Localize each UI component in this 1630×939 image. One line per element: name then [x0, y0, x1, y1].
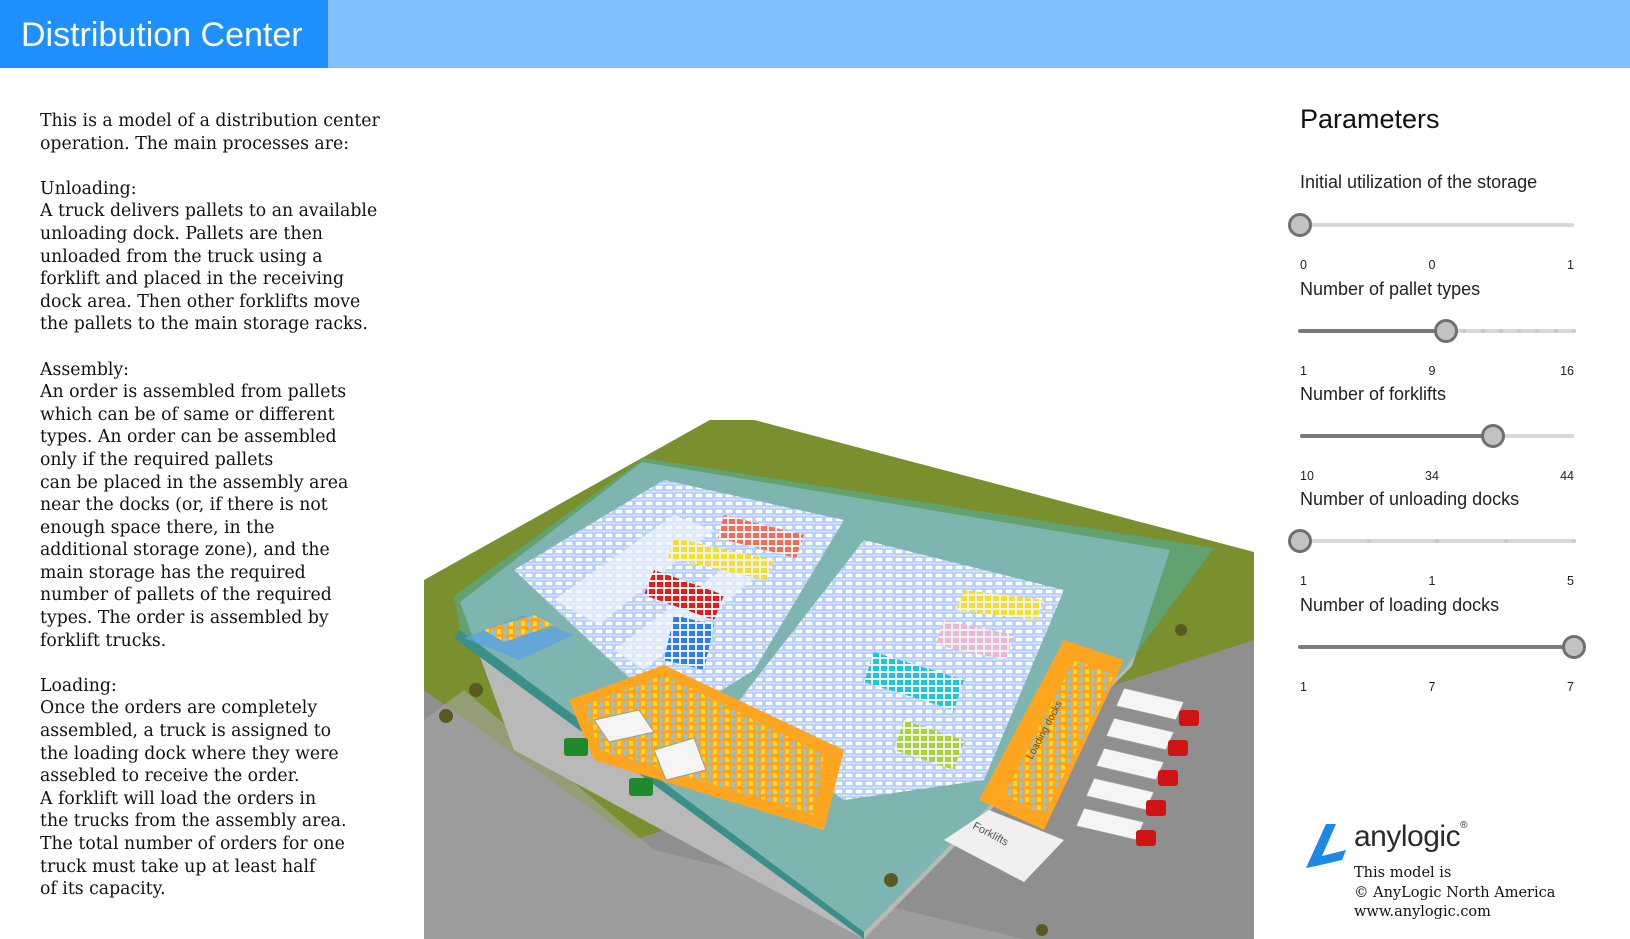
slider-min-label: 1 [1300, 680, 1307, 694]
slider-min-label: 1 [1300, 574, 1307, 588]
param-label: Number of unloading docks [1300, 489, 1520, 509]
warehouse-3d-view[interactable]: Loading docks Forklifts [424, 412, 1254, 939]
parameters-title: Parameters [1300, 104, 1440, 134]
slider-tick [1572, 539, 1576, 543]
slider-tick [1334, 329, 1339, 333]
anylogic-logo-icon [1306, 824, 1346, 868]
slider-tick [1425, 329, 1430, 333]
logo-copyright: This model is © AnyLogic North America w… [1354, 865, 1556, 920]
slider-tick [1435, 539, 1439, 543]
slider-min-label: 1 [1300, 364, 1307, 378]
slider-thumb[interactable] [1288, 529, 1312, 553]
page-title: Distribution Center [21, 16, 303, 54]
warehouse-scene: Loading docks Forklifts [424, 412, 1254, 939]
slider-thumb[interactable] [1481, 424, 1506, 448]
slider-fill [1300, 434, 1494, 438]
slider-value-label: 1 [1428, 574, 1436, 588]
slider-min-label: 0 [1300, 258, 1307, 272]
slider-tick [1480, 645, 1485, 649]
slider-thumb[interactable] [1288, 213, 1312, 237]
slider-tick [1435, 645, 1439, 649]
slider-max-label: 16 [1560, 364, 1574, 378]
slider-value-label: 0 [1428, 258, 1436, 272]
param-slider[interactable] [1288, 213, 1574, 237]
slider-track[interactable] [1300, 223, 1574, 227]
param-label: Number of pallet types [1300, 279, 1481, 299]
slider-tick [1298, 329, 1302, 333]
title-box: Distribution Center [0, 0, 328, 68]
slider-tick [1503, 539, 1508, 543]
slider-max-label: 7 [1567, 680, 1574, 694]
slider-tick [1553, 329, 1558, 333]
slider-tick [1498, 329, 1503, 333]
param-label: Number of loading docks [1300, 595, 1500, 615]
slider-tick [1343, 645, 1348, 649]
slider-value-label: 34 [1425, 469, 1439, 483]
description-unloading: Unloading: A truck delivers pallets to a… [40, 178, 378, 335]
description-intro: This is a model of a distribution center… [40, 111, 380, 154]
slider-thumb[interactable] [1562, 635, 1586, 659]
slider-max-label: 44 [1560, 469, 1574, 483]
param-label: Number of forklifts [1300, 384, 1447, 404]
slider-tick [1572, 329, 1576, 333]
param-slider[interactable] [1300, 424, 1574, 448]
description-loading: Loading: Once the orders are completely … [40, 675, 347, 900]
model-description: This is a model of a distribution center… [40, 110, 420, 901]
param-slider[interactable] [1298, 635, 1586, 659]
param-slider[interactable] [1288, 529, 1576, 553]
slider-tick [1298, 645, 1302, 649]
slider-value-label: 9 [1428, 364, 1436, 378]
slider-min-label: 10 [1300, 469, 1314, 483]
slider-value-label: 7 [1428, 680, 1436, 694]
anylogic-logo: anylogic® This model is © AnyLogic North… [1302, 820, 1602, 930]
param-slider[interactable] [1298, 319, 1576, 343]
slider-thumb[interactable] [1434, 319, 1459, 343]
slider-max-label: 1 [1567, 258, 1574, 272]
logo-text: anylogic® [1354, 820, 1467, 853]
description-assembly: Assembly: An order is assembled from pal… [40, 359, 349, 651]
slider-tick [1407, 329, 1412, 333]
param-label: Initial utilization of the storage [1300, 172, 1538, 192]
slider-tick [1480, 329, 1485, 333]
slider-tick [1352, 329, 1357, 333]
slider-tick [1366, 539, 1371, 543]
slider-max-label: 5 [1567, 574, 1574, 588]
